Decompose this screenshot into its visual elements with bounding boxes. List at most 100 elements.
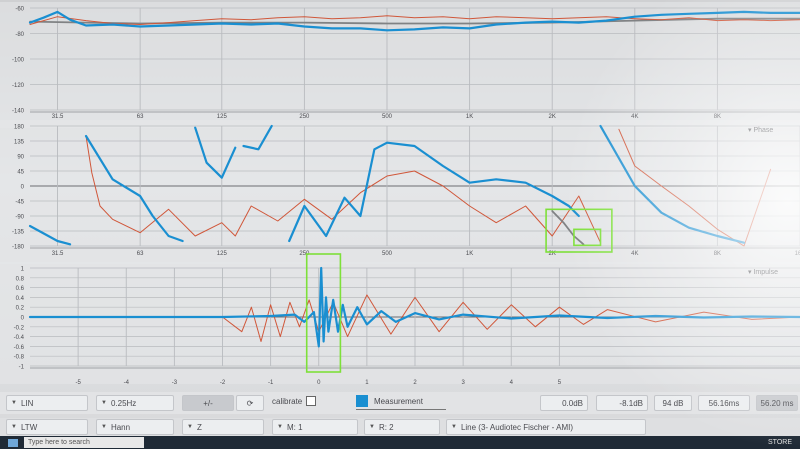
level-field[interactable]: -8.1dB [596,395,648,411]
plus-minus-button[interactable]: +/- [182,395,234,411]
phase-ytick-label: -180 [12,245,25,251]
gain-value: 0.0dB [562,398,583,408]
impulse-ytick-label: -1 [19,365,25,371]
taskbar-search-box[interactable]: Type here to search [24,437,144,448]
control-row-top: ▼ LIN ▼ 0.25Hz +/- ⟳ calibrate Measureme… [0,392,800,414]
frequency-scale-select[interactable]: ▼ LIN [6,395,88,411]
plots-area: -60 -80 -100 -120 -140 31.5 63 125 250 500 1K 2K 4K 8… [0,2,800,386]
window-function-select[interactable]: ▼ Hann [96,419,174,435]
measurement-color-swatch [356,395,368,407]
input-device-value: Line (3- Audiotec Fischer - AMI) [460,422,573,432]
dropdown-caret-icon: ▼ [101,424,107,430]
phase-xtick-label: 1K [466,251,473,257]
analyzer-screen: -60 -80 -100 -120 -140 31.5 63 125 250 500 1K 2K 4K 8… [0,0,800,449]
magnitude-xtick-label: 31.5 [52,114,64,120]
windows-start-icon[interactable] [8,438,18,447]
impulse-xtick-label: -5 [75,380,81,386]
plus-minus-label: +/- [203,398,213,408]
impulse-ytick-label: -0.6 [14,345,25,351]
window-type-value: LTW [20,422,38,432]
dropdown-caret-icon: ▼ [277,424,283,430]
reference-slot-select[interactable]: ▼ R: 2 [364,419,440,435]
calibrate-label: calibrate [272,396,303,406]
gain-field[interactable]: 0.0dB [540,395,588,411]
taskbar: Type here to search STORE [0,436,800,449]
magnitude-ytick-label: -140 [12,109,25,115]
delay-value: 56.16ms [708,398,740,408]
phase-ytick-label: -45 [15,200,24,206]
phase-dropdown[interactable]: ▾ Phase [748,127,773,134]
window-type-select[interactable]: ▼ LTW [6,419,88,435]
impulse-dropdown[interactable]: ▾ Impulse [748,269,778,276]
impulse-ytick-label: -0.4 [14,335,25,341]
impulse-ytick-label: 0.6 [16,286,25,292]
frequency-scale-value: LIN [20,398,34,408]
dropdown-caret-icon: ▼ [187,424,193,430]
magnitude-panel: -60 -80 -100 -120 -140 31.5 63 125 250 500 1K 2K 4K 8… [0,2,800,128]
measurement-series-selector[interactable]: Measurement [356,395,446,410]
spl-value: 94 dB [662,398,684,408]
magnitude-ytick-label: -100 [12,58,25,64]
window-function-value: Hann [110,422,131,432]
phase-ytick-label: 180 [14,125,25,131]
phase-ytick-label: 135 [14,140,25,146]
impulse-ytick-label: 0.8 [16,276,25,282]
impulse-ytick-label: 0.2 [16,306,25,312]
dropdown-caret-icon: ▼ [11,424,17,430]
dropdown-caret-icon: ▼ [11,400,17,406]
phase-xtick-label: 500 [382,251,393,257]
z-value: Z [196,422,202,432]
dropdown-caret-icon: ▼ [451,424,457,430]
magnitude-xtick-label: 63 [137,114,144,120]
phase-ytick-label: -135 [12,230,25,236]
z-select[interactable]: ▼ Z [182,419,264,435]
magnitude-xtick-label: 250 [299,114,310,120]
calibrate-toggle[interactable]: calibrate [272,396,317,406]
magnitude-xtick-label: 8K [714,114,721,120]
delay-field[interactable]: 56.16ms [698,395,750,411]
magnitude-background [0,2,800,128]
taskbar-search-placeholder: Type here to search [28,439,90,446]
magnitude-ytick-label: -120 [12,83,25,89]
phase-xtick-label: 125 [217,251,228,257]
measurement-label: Measurement [374,396,423,406]
refresh-button[interactable]: ⟳ [236,395,264,411]
level-value: -8.1dB [619,398,643,408]
impulse-panel: 10.80.60.40.20-0.2-0.4-0.6-0.8-1-5 -4 -3 -2… [0,253,800,386]
impulse-xtick-label: -2 [220,380,226,386]
phase-ytick-label: -90 [15,215,24,221]
magnitude-xtick-label: 125 [217,114,228,120]
spl-field[interactable]: 94 dB [654,395,692,411]
calibrate-checkbox[interactable] [306,396,317,406]
dropdown-caret-icon: ▼ [101,400,107,406]
input-device-select[interactable]: ▼ Line (3- Audiotec Fischer - AMI) [446,419,646,435]
impulse-ytick-label: -0.8 [14,355,25,361]
refresh-icon: ⟳ [246,398,254,408]
phase-xtick-label: 16K [795,251,800,257]
impulse-ytick-label: -0.2 [14,325,25,331]
phase-xtick-label: 8K [714,251,721,257]
reference-slot-value: R: 2 [378,422,394,432]
magnitude-xtick-label: 1K [466,114,473,120]
phase-ytick-label: 45 [17,170,24,176]
magnitude-xtick-label: 500 [382,114,393,120]
impulse-xtick-label: -4 [124,380,130,386]
phase-panel: 18013590450-45-90-135-18031.5 63 125 250 500… [0,120,800,264]
impulse-xtick-label: -3 [172,380,178,386]
dropdown-caret-icon: ▼ [369,424,375,430]
impulse-ytick-label: 0.4 [16,296,25,302]
delay-set-label: 56.20 ms [760,398,794,408]
phase-background [0,120,800,264]
magnitude-xtick-label: 2K [549,114,556,120]
delay-set-button[interactable]: 56.20 ms [756,395,798,411]
phase-xtick-label: 31.5 [52,251,64,257]
impulse-xtick-label: -1 [268,380,274,386]
measurement-slot-select[interactable]: ▼ M: 1 [272,419,358,435]
magnitude-xtick-label: 4K [631,114,638,120]
phase-ytick-label: 90 [17,155,24,161]
phase-xtick-label: 63 [137,251,144,257]
magnitude-ytick-label: -80 [15,32,24,38]
smoothing-select[interactable]: ▼ 0.25Hz [96,395,174,411]
magnitude-ytick-label: -60 [15,7,24,13]
store-label: STORE [768,439,792,446]
